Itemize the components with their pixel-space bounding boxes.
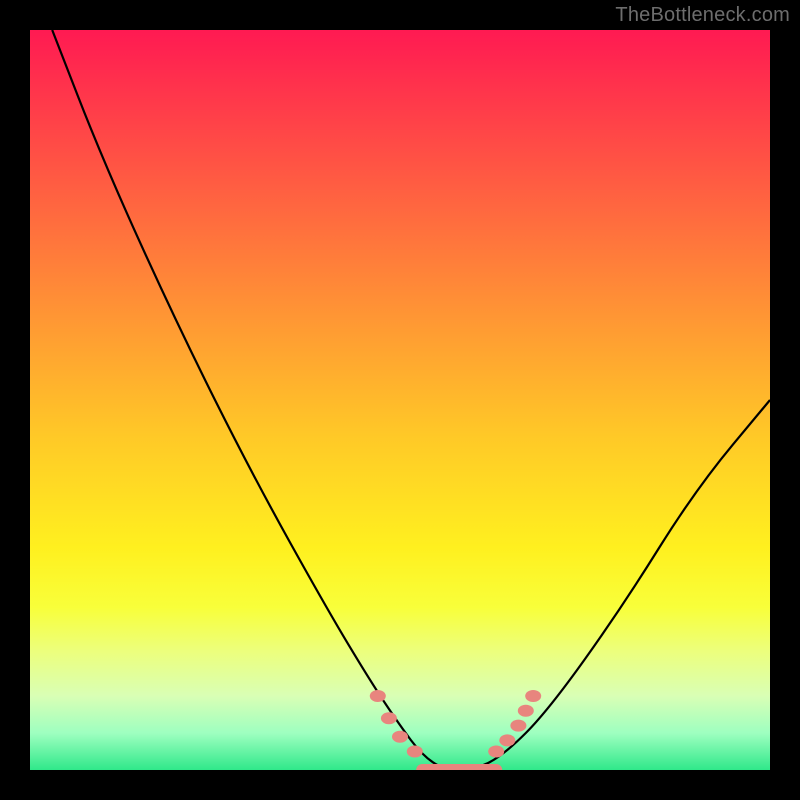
highlight-marker bbox=[381, 712, 397, 724]
highlight-marker bbox=[407, 746, 423, 758]
chart-svg bbox=[30, 30, 770, 770]
highlight-marker bbox=[488, 746, 504, 758]
highlight-marker bbox=[370, 690, 386, 702]
curve-layer bbox=[52, 30, 770, 770]
marker-layer bbox=[370, 690, 541, 770]
highlight-marker bbox=[525, 690, 541, 702]
chart-frame: TheBottleneck.com bbox=[0, 0, 800, 800]
bottleneck-curve-path bbox=[52, 30, 770, 770]
watermark-text: TheBottleneck.com bbox=[615, 4, 790, 27]
highlight-marker bbox=[518, 705, 534, 717]
plot-area bbox=[30, 30, 770, 770]
highlight-marker bbox=[499, 734, 515, 746]
highlight-marker bbox=[510, 720, 526, 732]
highlight-marker bbox=[392, 731, 408, 743]
